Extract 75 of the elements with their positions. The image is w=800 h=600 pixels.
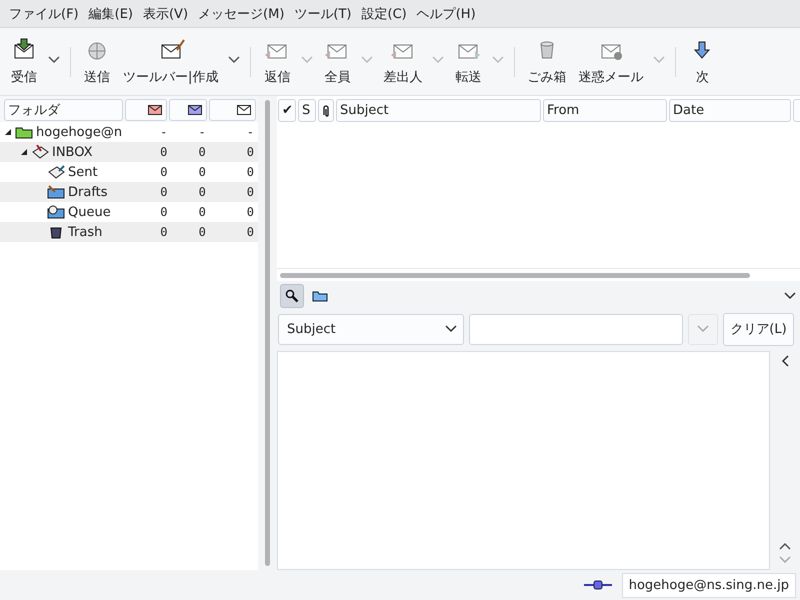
- folder-icon: [47, 185, 65, 199]
- count-cell-text: -: [159, 125, 168, 139]
- folder-icon: [312, 290, 328, 302]
- count-cell-text: 0: [246, 185, 255, 199]
- toolbar-button[interactable]: 受信: [4, 38, 44, 86]
- chevron-down-icon: [445, 325, 457, 333]
- expander-icon[interactable]: [20, 148, 28, 156]
- chevron-down-icon[interactable]: [784, 292, 796, 300]
- scrollbar-thumb[interactable]: [280, 272, 750, 278]
- count-cell-text: 0: [159, 185, 168, 199]
- count-cell-text: 0: [246, 165, 255, 179]
- chevron-down-icon: [697, 325, 709, 333]
- folder-name: hogehoge@n: [36, 124, 122, 140]
- search-tab[interactable]: [280, 284, 304, 308]
- menu-item[interactable]: ヘルプ(H): [412, 4, 481, 22]
- count-cell-text: 0: [198, 205, 207, 219]
- chevron-left-icon[interactable]: [781, 355, 789, 367]
- column-header[interactable]: [208, 99, 256, 121]
- expander-icon[interactable]: [4, 128, 12, 136]
- folder-row[interactable]: Queue 0 0 0: [0, 202, 258, 222]
- toolbar-button[interactable]: ツールバー|作成: [117, 38, 224, 86]
- column-header[interactable]: From: [543, 99, 667, 122]
- folder-name: Trash: [68, 224, 102, 240]
- count-cell-text: 0: [159, 145, 168, 159]
- folder-name: Drafts: [68, 184, 108, 200]
- column-header[interactable]: [169, 99, 207, 121]
- account-label: hogehoge@ns.sing.ne.jp: [622, 572, 796, 598]
- search-icon: [285, 289, 299, 303]
- column-header[interactable]: S: [298, 99, 316, 122]
- envelope-icon: [188, 105, 202, 115]
- column-header[interactable]: ✔: [278, 99, 296, 122]
- clear-button[interactable]: クリア(L): [723, 312, 794, 346]
- count-cell-text: 0: [198, 225, 207, 239]
- menu-item[interactable]: ファイル(F): [4, 4, 84, 22]
- menu-item[interactable]: ツール(T): [289, 4, 356, 22]
- envelope-icon: [237, 105, 252, 115]
- count-cell-text: -: [246, 125, 255, 139]
- folder-icon: [15, 125, 33, 139]
- folder-row[interactable]: Sent 0 0 0: [0, 162, 258, 182]
- folder-row[interactable]: Drafts 0 0 0: [0, 182, 258, 202]
- count-cell-text: 0: [159, 205, 168, 219]
- folder-row[interactable]: hogehoge@n - - -: [0, 122, 258, 142]
- count-cell-text: 0: [246, 145, 255, 159]
- tray-icon: [47, 165, 65, 179]
- count-cell-text: 0: [159, 165, 168, 179]
- column-header[interactable]: Subject: [336, 99, 541, 122]
- column-header[interactable]: フォルダ: [4, 99, 123, 121]
- count-cell-text: 0: [198, 145, 207, 159]
- envelope-icon: [148, 105, 162, 115]
- search-field[interactable]: [469, 314, 683, 344]
- folder-name: Queue: [68, 204, 111, 220]
- column-header[interactable]: Date: [669, 99, 791, 122]
- menu-item[interactable]: 編集(E): [84, 4, 138, 22]
- clock-folder-icon: [47, 205, 65, 219]
- paperclip-icon: [322, 104, 330, 116]
- plug-connected-icon[interactable]: [584, 580, 612, 590]
- column-header[interactable]: [124, 99, 168, 121]
- menu-item[interactable]: 設定(C): [356, 4, 412, 22]
- menu-item[interactable]: メッセージ(M): [193, 4, 290, 22]
- chevron-up-icon[interactable]: [779, 542, 791, 550]
- menu-item[interactable]: 表示(V): [138, 4, 194, 22]
- folder-row[interactable]: Trash 0 0 0: [0, 222, 258, 242]
- count-cell-text: 0: [198, 185, 207, 199]
- toolbar-button[interactable]: 次: [682, 38, 722, 86]
- count-cell-text: 0: [198, 165, 207, 179]
- count-cell-text: 0: [246, 205, 255, 219]
- count-cell-text: 0: [246, 225, 255, 239]
- tray-icon: [31, 145, 49, 159]
- column-header[interactable]: [318, 99, 334, 122]
- folder-row[interactable]: INBOX 0 0 0: [0, 142, 258, 162]
- field-dropdown[interactable]: Subject: [278, 314, 464, 344]
- folder-name: INBOX: [52, 144, 93, 160]
- count-cell-text: 0: [159, 225, 168, 239]
- count-cell-text: -: [198, 125, 207, 139]
- folder-name: Sent: [68, 164, 98, 180]
